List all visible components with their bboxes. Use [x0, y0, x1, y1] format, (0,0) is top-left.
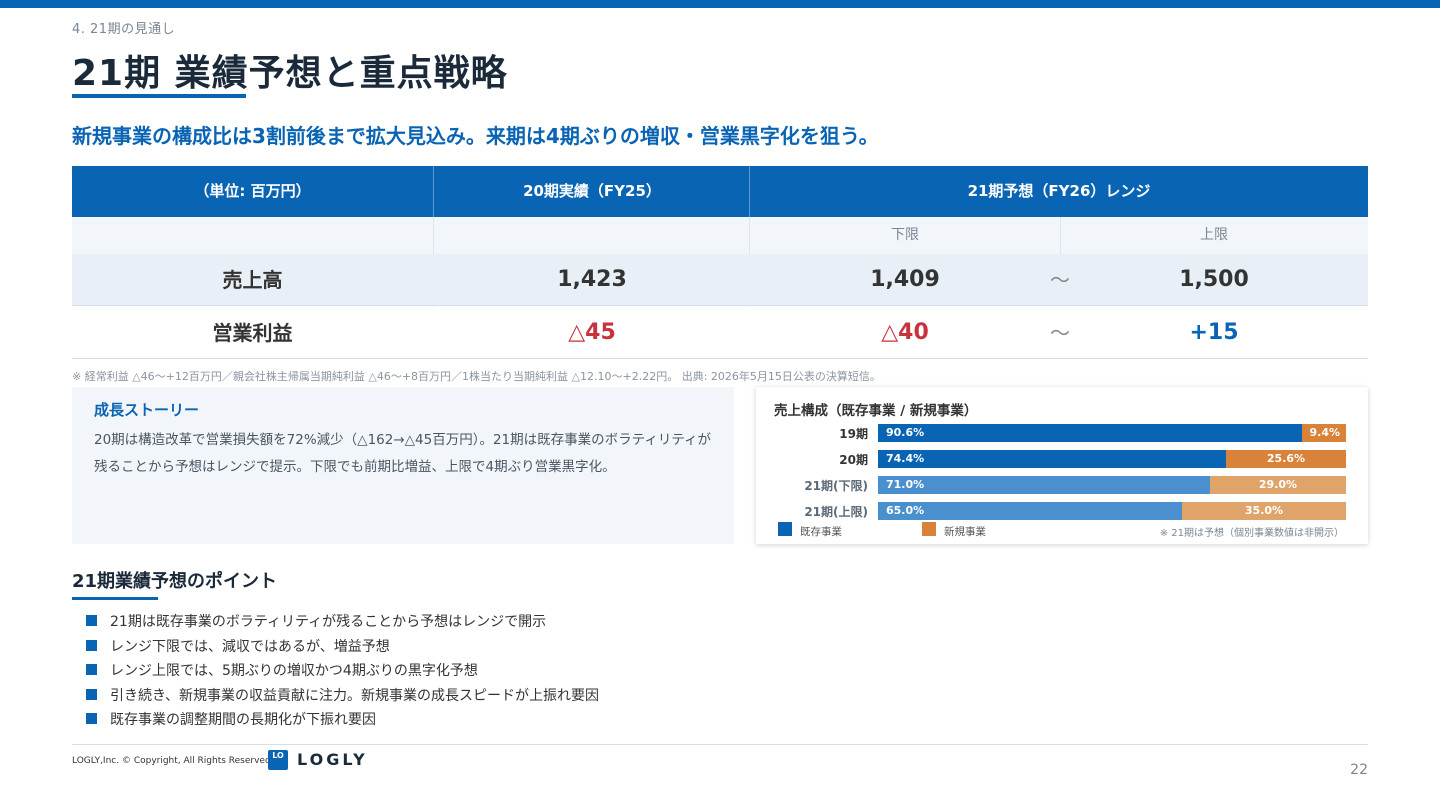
- story-body: 20期は構造改革で営業損失額を72%減少（△162→△45百万円）。21期は既存…: [94, 432, 712, 475]
- list-item: レンジ下限では、減収ではあるが、増益予想: [86, 635, 599, 660]
- cell-lower: 1,409: [870, 267, 940, 292]
- copyright: LOGLY,Inc. © Copyright, All Rights Reser…: [72, 756, 271, 766]
- subheader-upper: 上限: [1200, 227, 1228, 243]
- bar-segment-existing: 90.6%: [878, 424, 1302, 442]
- chart-title: 売上構成（既存事業 / 新規事業）: [774, 403, 978, 419]
- logly-logo-icon: LO: [268, 750, 288, 770]
- cell-lower: △40: [881, 320, 929, 345]
- bar-segment-existing: 74.4%: [878, 450, 1226, 468]
- column-header-unit: （単位: 百万円）: [194, 182, 311, 200]
- square-bullet-icon: [86, 688, 97, 700]
- cell-actual: △45: [568, 320, 616, 345]
- cell-upper: +15: [1189, 320, 1239, 345]
- bar-category-label: 20期: [839, 453, 868, 467]
- points-title: 21期業績予想のポイント: [72, 571, 278, 592]
- bar-segment-new: 35.0%: [1182, 502, 1346, 520]
- bar-category-label: 21期(下限): [804, 479, 868, 493]
- footer-divider: [72, 744, 1368, 745]
- square-bullet-icon: [86, 639, 97, 651]
- subheader-lower: 下限: [891, 227, 919, 243]
- revenue-composition-chart: 売上構成（既存事業 / 新規事業） 19期 90.6% 9.4% 20期 74.4% 25…: [756, 387, 1368, 544]
- square-bullet-icon: [86, 713, 97, 724]
- row-label: 売上高: [222, 268, 283, 292]
- points-underline: [72, 597, 158, 600]
- legend-label-new: 新規事業: [944, 526, 986, 538]
- square-bullet-icon: [86, 664, 97, 675]
- column-header-actual: 20期実績（FY25）: [523, 182, 661, 200]
- points-list: 21期は既存事業のボラティリティが残ることから予想はレンジで開示 レンジ下限では…: [86, 610, 599, 733]
- breadcrumb: 4. 21期の見通し: [72, 22, 176, 37]
- chart-note: ※ 21期は予想（個別事業数値は非開示）: [1159, 528, 1344, 539]
- story-title: 成長ストーリー: [94, 401, 200, 419]
- table-header: （単位: 百万円） 20期実績（FY25） 21期予想（FY26）レンジ: [72, 166, 1368, 217]
- bar-segment-existing: 65.0%: [878, 502, 1182, 520]
- page-number: 22: [1350, 762, 1368, 778]
- list-item: 引き続き、新規事業の収益貢献に注力。新規事業の成長スピードが上振れ要因: [86, 684, 599, 709]
- bar-segment-new: 9.4%: [1302, 424, 1346, 442]
- top-accent-bar: [0, 0, 1440, 8]
- list-item: 21期は既存事業のボラティリティが残ることから予想はレンジで開示: [86, 610, 599, 635]
- row-label: 営業利益: [212, 321, 293, 345]
- legend-label-existing: 既存事業: [800, 526, 842, 538]
- bar-category-label: 21期(上限): [804, 505, 868, 519]
- list-item: レンジ上限では、5期ぶりの増収かつ4期ぶりの黒字化予想: [86, 659, 599, 684]
- bar-segment-existing: 71.0%: [878, 476, 1210, 494]
- logo-wordmark: LOGLY: [297, 750, 368, 769]
- table-row-sales: 売上高 1,423 1,409 ～ 1,500: [72, 254, 1368, 306]
- bar-segment-new: 29.0%: [1210, 476, 1346, 494]
- table-row-operating-income: 営業利益 △45 △40 ～ +15: [72, 307, 1368, 359]
- table-subheader: 下限 上限: [72, 217, 1368, 254]
- square-bullet-icon: [86, 615, 97, 626]
- cell-upper: 1,500: [1179, 267, 1249, 292]
- title-underline: [72, 94, 246, 98]
- lead-message: 新規事業の構成比は3割前後まで拡大見込み。来期は4期ぶりの増収・営業黒字化を狙う…: [72, 124, 879, 148]
- legend-swatch-new: [922, 522, 936, 536]
- bar-category-label: 19期: [839, 427, 868, 441]
- bar-segment-new: 25.6%: [1226, 450, 1346, 468]
- list-item: 既存事業の調整期間の長期化が下振れ要因: [86, 708, 599, 733]
- legend-swatch-existing: [778, 522, 792, 536]
- column-header-forecast: 21期予想（FY26）レンジ: [967, 182, 1151, 200]
- cell-actual: 1,423: [557, 267, 627, 292]
- growth-story-box: 成長ストーリー 20期は構造改革で営業損失額を72%減少（△162→△45百万円…: [72, 387, 734, 544]
- table-footnote: ※ 経常利益 △46～+12百万円／親会社株主帰属当期純利益 △46～+8百万円…: [72, 370, 881, 383]
- page-title: 21期 業績予想と重点戦略: [72, 53, 508, 94]
